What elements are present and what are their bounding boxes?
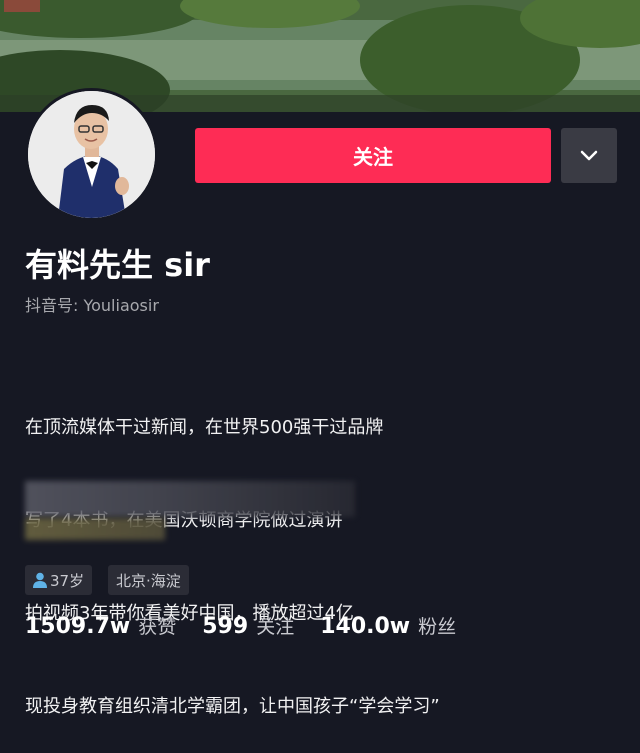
following-label[interactable]: 关注 xyxy=(256,612,294,639)
likes-count: 1509.7w xyxy=(25,614,131,639)
age-label: 37岁 xyxy=(50,571,85,590)
blurred-text xyxy=(25,518,165,540)
avatar[interactable] xyxy=(25,88,158,221)
douyin-id: 抖音号: Youliaosir xyxy=(25,296,159,315)
profile-name: 有料先生 sir xyxy=(25,246,210,284)
avatar-portrait xyxy=(28,91,155,218)
bio-line: 现投身教育组织清北学霸团，让中国孩子“学会学习” xyxy=(25,696,440,717)
followers-count[interactable]: 140.0w xyxy=(320,614,410,639)
age-tag: 37岁 xyxy=(25,565,93,595)
chevron-down-icon xyxy=(580,150,598,160)
location-tag: 北京·海淀 xyxy=(108,565,189,595)
location-label: 北京·海淀 xyxy=(116,571,181,590)
likes-label: 获赞 xyxy=(138,616,177,638)
bio: 在顶流媒体干过新闻，在世界500强干过品牌 写了4本书，在美国沃顿商学院做过演讲… xyxy=(25,350,440,753)
blurred-text xyxy=(25,481,355,517)
more-button[interactable] xyxy=(561,128,617,183)
stats-row: 1509.7w 获赞 599 关注 140.0w 粉丝 xyxy=(25,612,482,639)
follow-button[interactable]: 关注 xyxy=(195,128,551,183)
following-count[interactable]: 599 xyxy=(202,614,248,639)
followers-label[interactable]: 粉丝 xyxy=(418,612,456,639)
person-icon xyxy=(33,572,47,588)
bio-line: 在顶流媒体干过新闻，在世界500强干过品牌 xyxy=(25,417,384,438)
